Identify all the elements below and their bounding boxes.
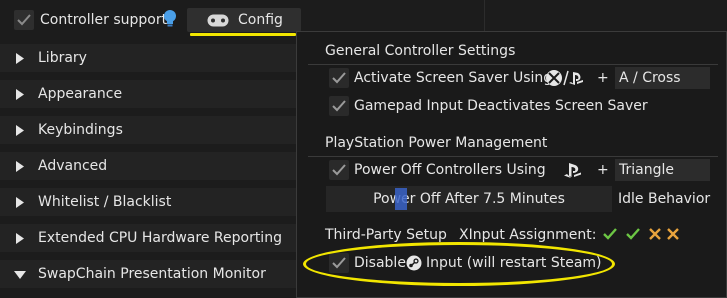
xinput-slot-2-check-icon[interactable] <box>626 227 640 245</box>
xinput-slot-1-check-icon[interactable] <box>603 227 617 245</box>
config-button[interactable]: Config <box>187 8 301 32</box>
screen-saver-checkbox[interactable] <box>329 68 349 88</box>
power-off-button-combo[interactable]: Triangle <box>615 159 710 181</box>
sidebar-item-label: SwapChain Presentation Monitor <box>38 266 266 282</box>
controller-support-checkbox[interactable] <box>14 10 34 30</box>
sidebar-item-library[interactable]: Library <box>0 44 300 72</box>
lightbulb-icon[interactable] <box>163 9 177 33</box>
sidebar-item-label: Advanced <box>38 158 108 174</box>
section-separator <box>308 156 718 157</box>
expand-arrow-icon <box>16 161 24 172</box>
expand-arrow-icon <box>16 125 24 136</box>
expand-arrow-icon <box>16 233 24 244</box>
screen-saver-button-combo[interactable]: A / Cross <box>615 67 710 89</box>
xinput-slot-4-cross-icon[interactable] <box>667 228 679 244</box>
section-separator <box>308 64 718 65</box>
sidebar-item-whitelist-blacklist[interactable]: Whitelist / Blacklist <box>0 188 300 216</box>
panel-divider <box>484 0 485 34</box>
sidebar-item-extended-cpu-reporting[interactable]: Extended CPU Hardware Reporting <box>0 224 300 252</box>
idle-power-off-slider[interactable]: Power Off After 7.5 Minutes <box>326 186 612 212</box>
sidebar-item-label: Whitelist / Blacklist <box>38 194 172 210</box>
sidebar-item-label: Appearance <box>38 86 123 102</box>
check-icon <box>17 14 31 26</box>
idle-behavior-label: Idle Behavior <box>618 191 711 207</box>
highlight-ellipse <box>303 242 615 286</box>
config-highlight-underline <box>190 33 296 36</box>
sidebar-item-label: Library <box>38 50 87 66</box>
xbox-playstation-icon <box>545 68 589 92</box>
general-section-title: General Controller Settings <box>325 43 516 59</box>
xinput-slot-3-cross-icon[interactable] <box>649 228 661 244</box>
slider-value-text: Power Off After 7.5 Minutes <box>373 191 565 207</box>
sidebar-item-label: Keybindings <box>38 122 123 138</box>
power-off-label: Power Off Controllers Using <box>354 162 546 178</box>
expand-arrow-icon <box>16 89 24 100</box>
gamepad-deactivates-label: Gamepad Input Deactivates Screen Saver <box>354 98 648 114</box>
sidebar-item-appearance[interactable]: Appearance <box>0 80 300 108</box>
plus-sign: + <box>597 162 609 178</box>
check-icon <box>332 164 346 176</box>
check-icon <box>332 100 346 112</box>
sidebar-item-label: Extended CPU Hardware Reporting <box>38 230 282 246</box>
slider-grab-handle[interactable] <box>395 188 407 210</box>
plus-sign: + <box>597 70 609 86</box>
playstation-icon <box>562 160 582 184</box>
power-section-title: PlayStation Power Management <box>325 135 548 151</box>
config-button-label: Config <box>238 12 283 28</box>
gamepad-icon <box>207 14 229 31</box>
power-off-checkbox[interactable] <box>329 160 349 180</box>
gamepad-deactivates-checkbox[interactable] <box>329 96 349 116</box>
collapse-arrow-icon <box>14 271 26 279</box>
screen-saver-label: Activate Screen Saver Using <box>354 70 553 86</box>
expand-arrow-icon <box>16 53 24 64</box>
sidebar-item-swapchain-monitor[interactable]: SwapChain Presentation Monitor <box>0 260 300 288</box>
expand-arrow-icon <box>16 197 24 208</box>
check-icon <box>332 72 346 84</box>
sidebar-item-keybindings[interactable]: Keybindings <box>0 116 300 144</box>
controller-support-label: Controller support <box>40 12 168 28</box>
sidebar-item-advanced[interactable]: Advanced <box>0 152 300 180</box>
